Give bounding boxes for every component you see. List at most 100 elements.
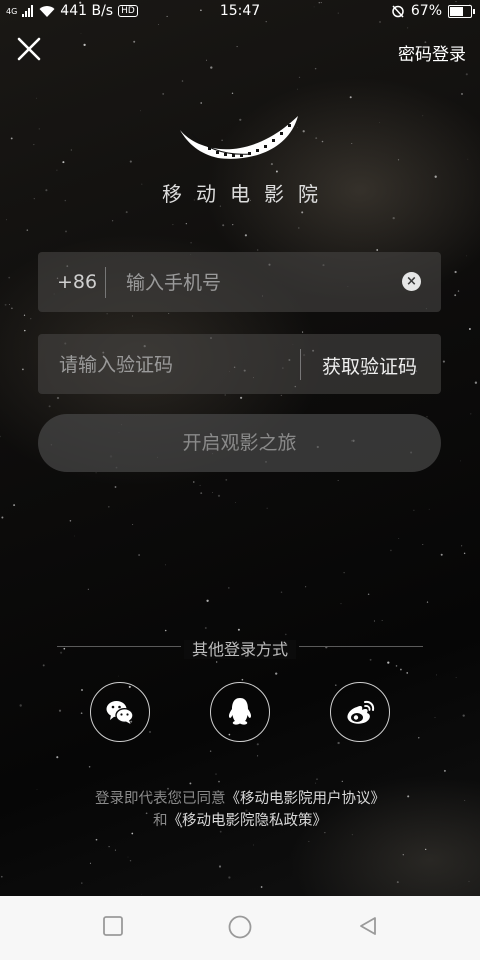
star	[470, 413, 472, 415]
star	[462, 714, 465, 717]
star	[185, 223, 187, 225]
star	[256, 743, 259, 746]
qq-icon	[228, 698, 252, 725]
star	[114, 486, 117, 488]
star	[118, 675, 119, 677]
star	[30, 318, 32, 320]
star	[1, 516, 4, 519]
star	[297, 88, 298, 90]
star	[206, 59, 207, 61]
star	[87, 588, 89, 590]
get-code-button[interactable]: 获取验证码	[322, 352, 417, 379]
star	[0, 875, 3, 878]
star	[379, 121, 380, 123]
star	[302, 130, 305, 133]
star	[210, 66, 213, 69]
star	[0, 435, 1, 438]
other-login-divider: 其他登录方式	[57, 636, 423, 660]
star	[465, 73, 468, 76]
star	[398, 537, 400, 539]
star	[172, 224, 174, 226]
star	[193, 481, 195, 483]
star	[224, 394, 226, 396]
back-triangle-icon[interactable]	[358, 916, 378, 936]
star	[418, 737, 420, 739]
wechat-login-button[interactable]	[90, 682, 150, 742]
star	[376, 249, 379, 251]
star	[129, 160, 132, 163]
star	[132, 524, 134, 525]
star	[237, 628, 240, 631]
agreement-prefix: 登录即代表您已同意	[95, 791, 226, 807]
star	[298, 227, 300, 229]
user-agreement-link[interactable]: 《移动电影院用户协议》	[226, 791, 386, 807]
star	[413, 509, 415, 511]
agreement-conjunction: 和	[153, 813, 168, 829]
star	[454, 270, 457, 274]
star	[284, 633, 287, 636]
star	[206, 599, 209, 602]
star	[232, 223, 234, 226]
country-code[interactable]: +86	[57, 271, 97, 293]
star	[460, 460, 461, 462]
star	[24, 329, 26, 332]
start-button[interactable]: 开启观影之旅	[38, 414, 441, 472]
star	[140, 894, 142, 896]
star	[335, 684, 337, 686]
star	[463, 552, 466, 555]
other-login-text: 其他登录方式	[183, 640, 296, 659]
star	[435, 674, 437, 676]
star	[225, 478, 228, 481]
star	[390, 549, 392, 552]
star	[162, 92, 165, 95]
star	[442, 360, 445, 363]
password-login-link[interactable]: 密码登录	[398, 40, 466, 65]
star	[4, 303, 7, 306]
star	[367, 593, 370, 596]
status-bar: 4G 441 B/s HD 15:47 67%	[0, 0, 480, 24]
star	[80, 712, 83, 715]
star	[215, 773, 217, 775]
star	[189, 782, 192, 785]
star	[56, 396, 60, 400]
square-icon[interactable]	[103, 916, 123, 936]
star	[13, 504, 16, 507]
star	[95, 838, 98, 841]
star	[425, 848, 427, 851]
star	[10, 137, 13, 140]
phone-input[interactable]	[124, 262, 378, 304]
star	[315, 782, 317, 784]
star	[426, 601, 429, 603]
star	[324, 832, 326, 834]
star	[399, 668, 402, 671]
verification-code-input[interactable]	[57, 344, 301, 386]
star	[461, 545, 463, 547]
circle-icon[interactable]	[228, 915, 252, 939]
star	[337, 480, 339, 481]
battery-fill	[450, 6, 464, 16]
star	[209, 750, 212, 752]
star	[200, 492, 203, 494]
star	[6, 219, 7, 221]
privacy-policy-link[interactable]: 《移动电影院隐私政策》	[168, 813, 328, 829]
star	[19, 704, 22, 707]
close-icon[interactable]	[16, 36, 42, 62]
star	[56, 756, 59, 759]
film-smile-logo	[180, 116, 298, 159]
clear-icon[interactable]: ×	[402, 272, 421, 291]
qq-login-button[interactable]	[210, 682, 270, 742]
star	[165, 564, 166, 566]
other-login-label: 其他登录方式	[57, 636, 423, 660]
star	[443, 769, 446, 772]
star	[65, 230, 67, 233]
star	[240, 396, 243, 399]
star	[36, 97, 38, 99]
agreement-line-2: 和《移动电影院隐私政策》	[0, 810, 480, 832]
star	[70, 149, 72, 151]
star	[305, 586, 307, 588]
star	[455, 677, 457, 678]
weibo-login-button[interactable]	[330, 682, 390, 742]
star	[88, 766, 91, 768]
star	[381, 620, 383, 621]
star	[42, 664, 45, 667]
